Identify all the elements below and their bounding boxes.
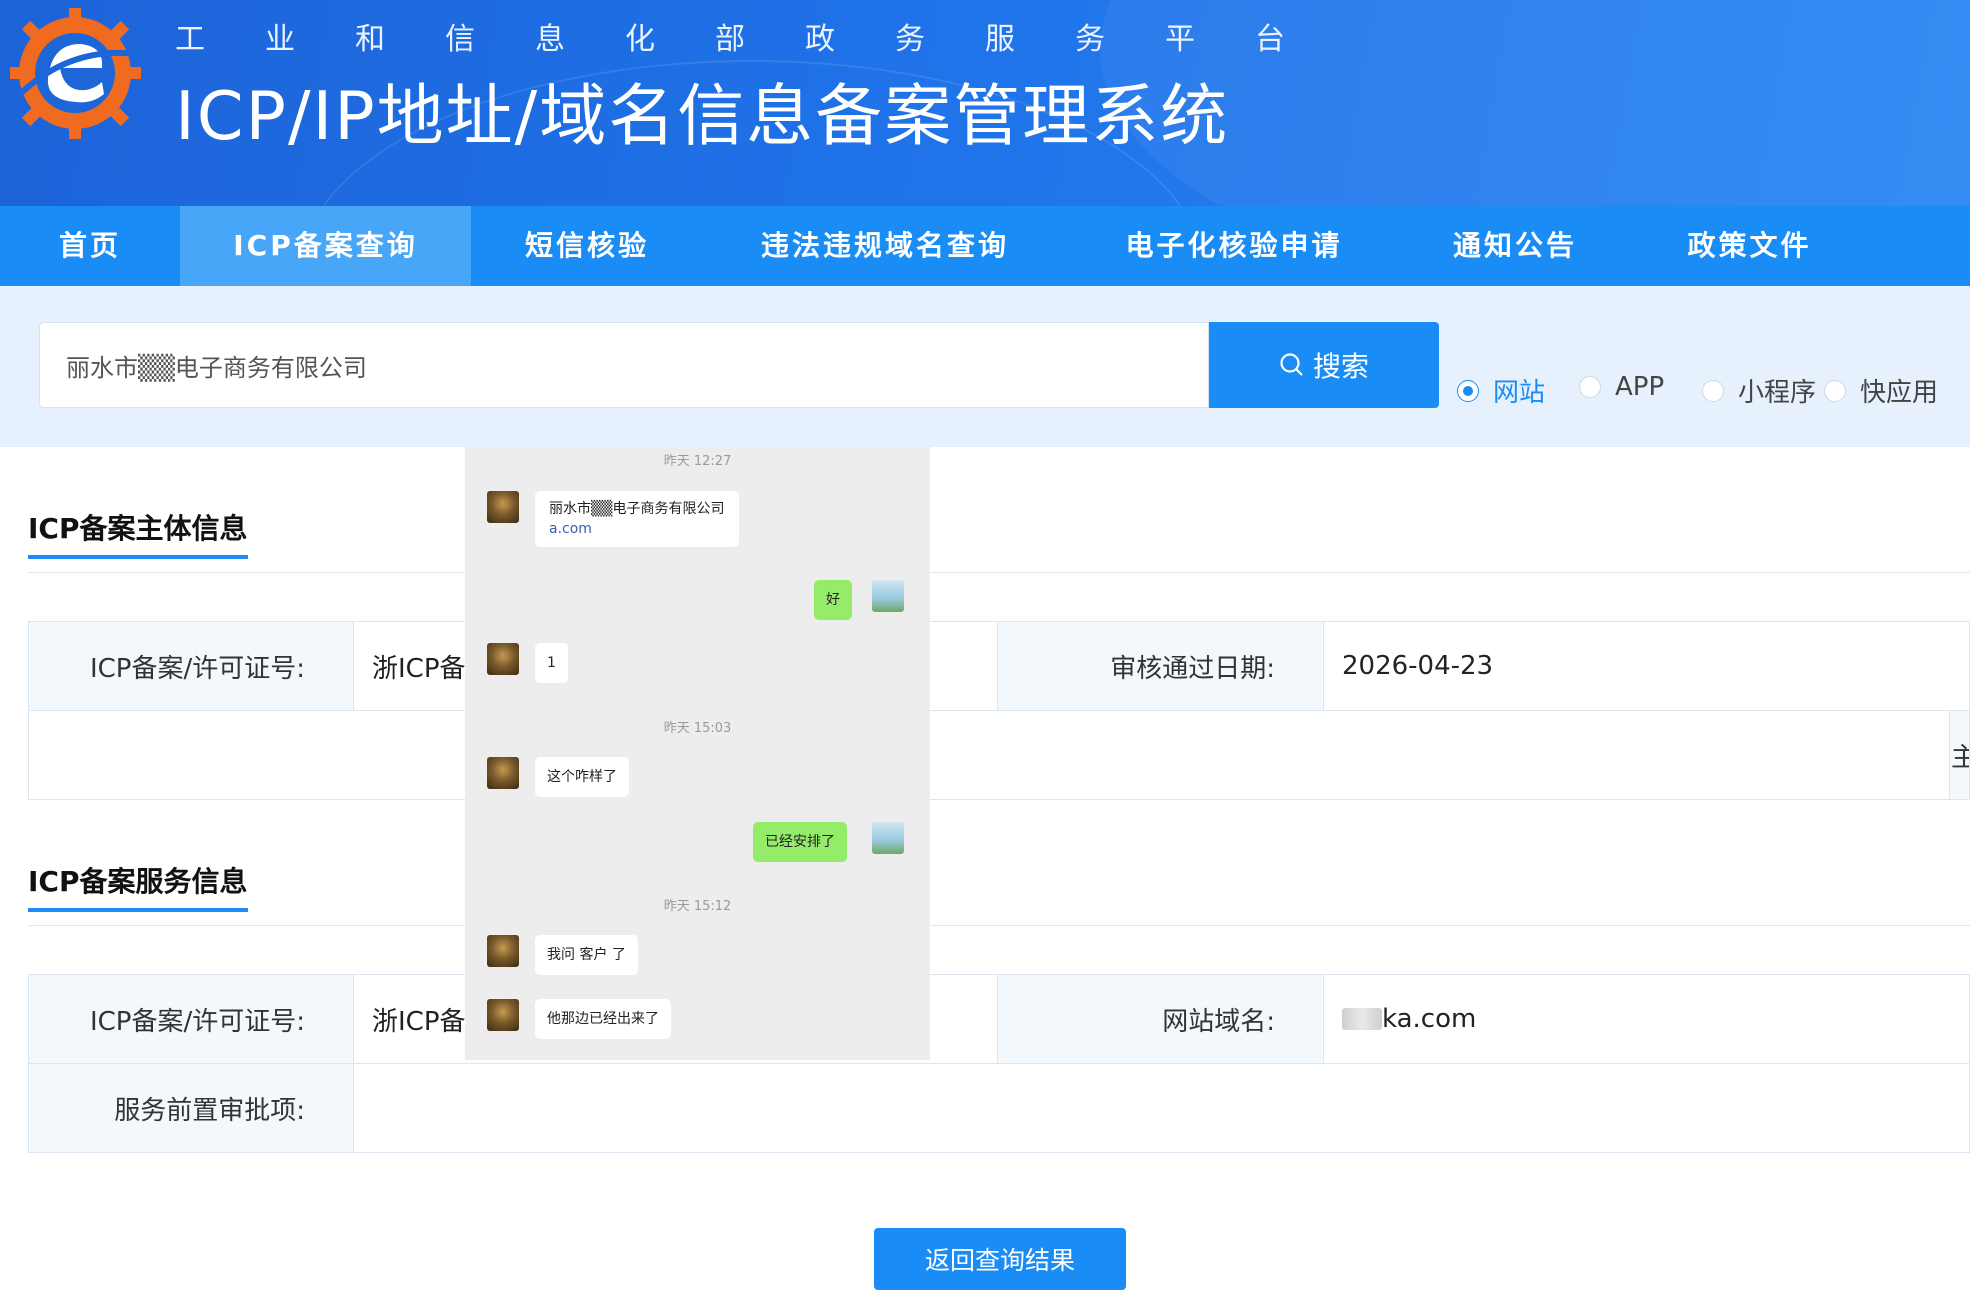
back-to-results-button[interactable]: 返回查询结果 <box>874 1228 1126 1290</box>
chat-screenshot-overlay: 昨天 12:27 丽水市▒▒电子商务有限公司 a.com 好 1 昨天 15:0… <box>465 447 930 1060</box>
chat-message-mine: 已经安排了 <box>753 822 847 862</box>
contact-avatar <box>487 935 519 967</box>
pre-approval-value <box>353 1063 1970 1153</box>
radio-website[interactable]: 网站 <box>1457 372 1545 409</box>
radio-unchecked-icon <box>1579 376 1601 398</box>
radio-quick-app[interactable]: 快应用 <box>1824 372 1938 409</box>
chat-timestamp: 昨天 15:03 <box>663 721 732 736</box>
chat-message: 丽水市▒▒电子商务有限公司 a.com <box>535 491 739 547</box>
search-icon <box>1280 353 1303 376</box>
ministry-logo-icon <box>10 8 141 139</box>
section-underline <box>28 555 248 559</box>
contact-avatar <box>487 757 519 789</box>
search-button-label: 搜索 <box>1312 350 1369 383</box>
nav-item-illegal-domain-query[interactable]: 违法违规域名查询 <box>703 206 1067 286</box>
nav-item-e-verify-apply[interactable]: 电子化核验申请 <box>1067 206 1401 286</box>
contact-avatar <box>487 999 519 1031</box>
site-title: ICP/IP地址/域名信息备案管理系统 <box>175 77 1230 155</box>
chat-message: 他那边已经出来了 <box>535 999 671 1039</box>
radio-mini-program[interactable]: 小程序 <box>1702 372 1816 409</box>
section-underline <box>28 908 248 912</box>
radio-app[interactable]: APP <box>1579 372 1664 402</box>
divider <box>28 925 1970 926</box>
chat-message: 1 <box>535 643 568 683</box>
section-title-main-info: ICP备案主体信息 <box>28 512 248 545</box>
main-nav: 首页 ICP备案查询 短信核验 违法违规域名查询 电子化核验申请 通知公告 政策… <box>0 206 1970 286</box>
main-info-row-2-label-fragment: 主 <box>1949 710 1970 800</box>
domain-label: 网站域名: <box>997 974 1324 1064</box>
service-license-label: ICP备案/许可证号: <box>28 974 354 1064</box>
nav-item-icp-query[interactable]: ICP备案查询 <box>180 206 471 286</box>
radio-checked-icon <box>1457 379 1479 402</box>
chat-message: 我问 客户 了 <box>535 935 638 975</box>
my-avatar <box>872 580 904 612</box>
main-license-label: ICP备案/许可证号: <box>28 621 354 711</box>
site-subtitle: 工业和 信息化 部政务 服务平 台 <box>175 22 1285 57</box>
nav-item-policies[interactable]: 政策文件 <box>1629 206 1870 286</box>
search-input[interactable] <box>39 322 1209 408</box>
approval-date-label: 审核通过日期: <box>997 621 1324 711</box>
radio-unchecked-icon <box>1824 379 1846 402</box>
chat-message-mine: 好 <box>814 580 852 620</box>
section-title-service-info: ICP备案服务信息 <box>28 865 248 898</box>
main-info-row-2 <box>28 710 1950 800</box>
radio-unchecked-icon <box>1702 379 1724 402</box>
search-button[interactable]: 搜索 <box>1209 322 1439 408</box>
chat-message: 这个咋样了 <box>535 757 629 797</box>
chat-timestamp: 昨天 15:12 <box>663 899 732 914</box>
divider <box>28 572 1970 573</box>
pre-approval-label: 服务前置审批项: <box>28 1063 354 1153</box>
contact-avatar <box>487 491 519 523</box>
search-area: 搜索 网站 APP 小程序 快应用 <box>0 286 1970 447</box>
my-avatar <box>872 822 904 854</box>
redacted-blur <box>1342 1008 1382 1030</box>
chat-timestamp: 昨天 12:27 <box>663 454 732 469</box>
nav-item-home[interactable]: 首页 <box>0 206 180 286</box>
nav-item-sms-verify[interactable]: 短信核验 <box>471 206 703 286</box>
approval-date-value: 2026-04-23 <box>1323 621 1970 711</box>
contact-avatar <box>487 643 519 675</box>
header-banner: 工业和 信息化 部政务 服务平 台 ICP/IP地址/域名信息备案管理系统 <box>0 0 1970 206</box>
domain-value: ka.com <box>1323 974 1970 1064</box>
nav-item-notices[interactable]: 通知公告 <box>1401 206 1629 286</box>
